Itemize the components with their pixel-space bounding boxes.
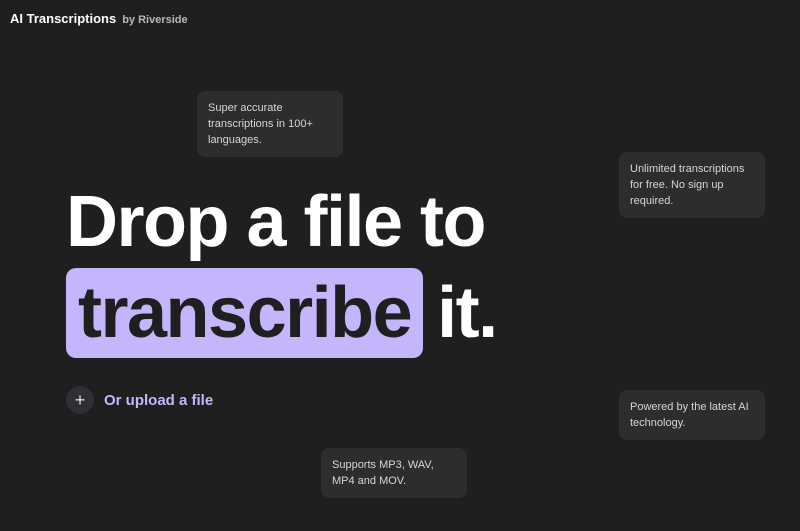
hero-tail: it.	[437, 273, 498, 353]
app-header: AI Transcriptions by Riverside	[10, 11, 188, 26]
brand-title[interactable]: AI Transcriptions	[10, 11, 116, 26]
feature-bubble-accuracy: Super accurate transcriptions in 100+ la…	[197, 91, 343, 157]
feature-bubble-formats: Supports MP3, WAV, MP4 and MOV.	[321, 448, 467, 498]
hero-headline: Drop a file to	[66, 182, 487, 262]
hero-line2: transcribe it.	[66, 268, 498, 358]
upload-label[interactable]: Or upload a file	[104, 392, 213, 409]
feature-bubble-unlimited: Unlimited transcriptions for free. No si…	[619, 152, 765, 218]
brand-subtitle: by Riverside	[122, 14, 188, 26]
plus-icon[interactable]: +	[66, 386, 94, 414]
hero-highlight-word: transcribe	[66, 268, 424, 358]
feature-bubble-ai: Powered by the latest AI technology.	[619, 390, 765, 440]
upload-file-button[interactable]: + Or upload a file	[66, 386, 213, 414]
